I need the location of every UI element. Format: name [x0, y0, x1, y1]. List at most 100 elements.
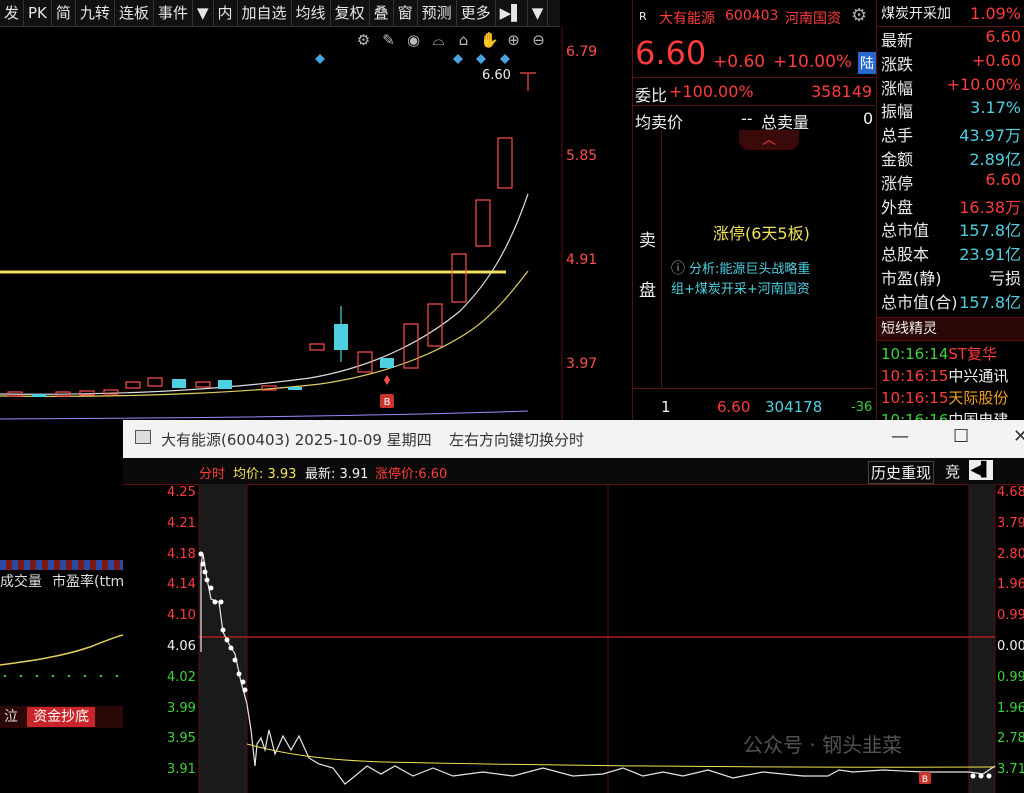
sector-name[interactable]: 煤炭开采加 — [881, 3, 951, 23]
ma-line-white — [0, 193, 529, 395]
toolbar-btn-jiuzhuan[interactable]: 九转 — [76, 0, 115, 26]
limit-up-text: 涨停(6天5板) — [713, 224, 810, 243]
minimize-icon[interactable]: — — [891, 426, 909, 447]
stock-name: 大有能源 — [659, 11, 715, 27]
stat-label: 外盘 — [881, 197, 914, 217]
sprite-row[interactable]: 10:16:15天际股份 — [881, 387, 1021, 409]
sprite-row[interactable]: 10:16:15中兴通讯 — [881, 365, 1021, 387]
stat-label: 总市值(合) — [881, 292, 958, 312]
stat-value: 157.8亿 — [959, 221, 1021, 241]
flag-r: R — [639, 10, 647, 23]
buy-row-price: 6.60 — [717, 398, 751, 416]
quote-panel: R 大有能源 600403 河南国资 ⚙ 6.60 +0.60 +10.00% … — [632, 0, 876, 420]
toolbar-btn-overlay[interactable]: 叠 — [370, 0, 394, 26]
stat-value: 6.60 — [985, 169, 1021, 189]
wb-volume: 358149 — [811, 82, 873, 101]
sprite-time: 10:16:15 — [881, 366, 949, 385]
stat-value: 157.8亿 — [959, 292, 1021, 312]
wb-label: 委比 — [635, 86, 668, 105]
sell-side-label: 卖 — [639, 231, 656, 251]
info-icon: ⓘ — [671, 261, 685, 277]
sell-side-label: 盘 — [639, 281, 656, 301]
watermark: 公众号 · 钢头韭菜 — [743, 733, 902, 757]
price-change-pct: +10.00% — [773, 52, 853, 72]
stat-value: 亏损 — [988, 268, 1021, 288]
axis-label: 3.79 — [997, 515, 1024, 531]
toolbar-btn-shijian[interactable]: 事件 — [154, 0, 193, 26]
popup-hint: 左右方向键切换分时 — [449, 431, 585, 449]
axis-label: 3.71 — [997, 762, 1024, 778]
stat-value: 16.38万 — [959, 197, 1021, 217]
kline-chart[interactable]: B 6.60 — [0, 26, 632, 420]
axis-label: 0.99 — [997, 669, 1024, 685]
toolbar-btn-nei[interactable]: 内 — [214, 0, 238, 26]
toolbar-btn-more[interactable]: 更多 — [457, 0, 496, 26]
stat-label: 涨跌 — [881, 54, 914, 74]
close-icon[interactable]: ✕ — [1013, 426, 1024, 447]
chevron-down-icon[interactable]: ▼ — [528, 0, 549, 26]
stat-value: 43.97万 — [959, 126, 1021, 146]
stat-label: 最新 — [881, 31, 914, 50]
axis-label: 4.68 — [997, 485, 1024, 500]
axis-label: 4.06 — [167, 638, 196, 654]
tab-pe-ttm[interactable]: 市盈率(ttm — [52, 571, 124, 591]
chevron-up-icon[interactable]: ︿ — [739, 130, 799, 150]
toolbar-btn-window[interactable]: 窗 — [394, 0, 418, 26]
buy-row-delta: -36 — [851, 400, 873, 415]
intraday-chart[interactable]: B 公众号 · 钢头韭菜 — [123, 484, 1024, 793]
left-axis: 4.25 4.21 4.18 4.14 4.10 4.06 4.02 3.99 … — [167, 478, 197, 786]
total-sell-value: 0 — [863, 109, 874, 128]
toolbar-btn-add-watch[interactable]: 加自选 — [238, 0, 292, 26]
toolbar-btn-pk[interactable]: PK — [24, 0, 52, 26]
popup-title: 大有能源(600403) 2025-10-09 星期四 — [161, 431, 432, 449]
popup-titlebar[interactable]: 大有能源(600403) 2025-10-09 星期四 左右方向键切换分时 — … — [123, 420, 1024, 458]
toolbar-btn-fa[interactable]: 发 — [0, 0, 25, 26]
axis-label: 3.91 — [167, 762, 196, 778]
event-diamond — [315, 54, 325, 64]
limit-price-label: 涨停价:6.60 — [375, 467, 448, 482]
avg-price-label: 均价: 3.93 — [233, 467, 297, 482]
history-replay-button[interactable]: 历史重现 — [868, 461, 935, 484]
chevron-down-icon[interactable]: ▼ — [193, 0, 214, 26]
tab-volume[interactable]: 成交量 — [0, 571, 42, 591]
app-icon — [135, 430, 151, 444]
event-diamond — [476, 54, 486, 64]
auction-button[interactable]: 竞 — [945, 461, 960, 482]
toolbar-btn-lianban[interactable]: 连板 — [115, 0, 154, 26]
analysis-line2: 组+煤炭开采+河南国资 — [671, 282, 810, 297]
gear-icon[interactable]: ⚙ — [851, 5, 867, 26]
tab-misc[interactable]: 泣 — [0, 709, 22, 725]
price-axis-label: 6.79 — [566, 44, 598, 60]
play-icon[interactable]: ▶▌ — [496, 0, 528, 26]
ma-line-purple — [0, 410, 529, 420]
stat-value: 23.91亿 — [959, 245, 1021, 265]
stat-label: 金额 — [881, 149, 914, 169]
connect-badge[interactable]: 陆 — [858, 52, 876, 74]
toolbar-btn-jian[interactable]: 简 — [52, 0, 76, 26]
toolbar-btn-ma[interactable]: 均线 — [292, 0, 331, 26]
axis-label: 3.95 — [167, 731, 196, 747]
price-axis-label: 4.91 — [566, 252, 598, 268]
axis-label: 4.18 — [167, 546, 196, 562]
stat-value: +10.00% — [946, 74, 1021, 94]
stat-label: 总市值 — [881, 221, 930, 241]
buy-marker-label: B — [922, 775, 928, 785]
toolbar-btn-fuquan[interactable]: 复权 — [331, 0, 370, 26]
buy-marker-label: B — [384, 397, 391, 408]
stat-value: 6.60 — [985, 27, 1021, 46]
maximize-icon[interactable]: ☐ — [953, 426, 969, 447]
pe-chart — [0, 634, 123, 677]
axis-label: 4.21 — [167, 515, 196, 531]
tab-capital-bottom[interactable]: 资金抄底 — [27, 707, 96, 727]
sprite-stock: 天际股份 — [948, 388, 1009, 407]
stat-label: 总股本 — [881, 245, 930, 265]
sprite-title[interactable]: 短线精灵 — [881, 321, 937, 337]
axis-label: 0.00 — [997, 638, 1024, 654]
price-axis-label: 5.85 — [566, 148, 598, 164]
price-axis-label: 3.97 — [566, 356, 598, 372]
toolbar-btn-forecast[interactable]: 预测 — [418, 0, 457, 26]
event-diamond — [453, 54, 463, 64]
sprite-row[interactable]: 10:16:14ST复华 — [881, 343, 1021, 365]
back-icon[interactable]: ◀▌ — [969, 460, 993, 480]
axis-label: 2.80 — [997, 546, 1024, 562]
